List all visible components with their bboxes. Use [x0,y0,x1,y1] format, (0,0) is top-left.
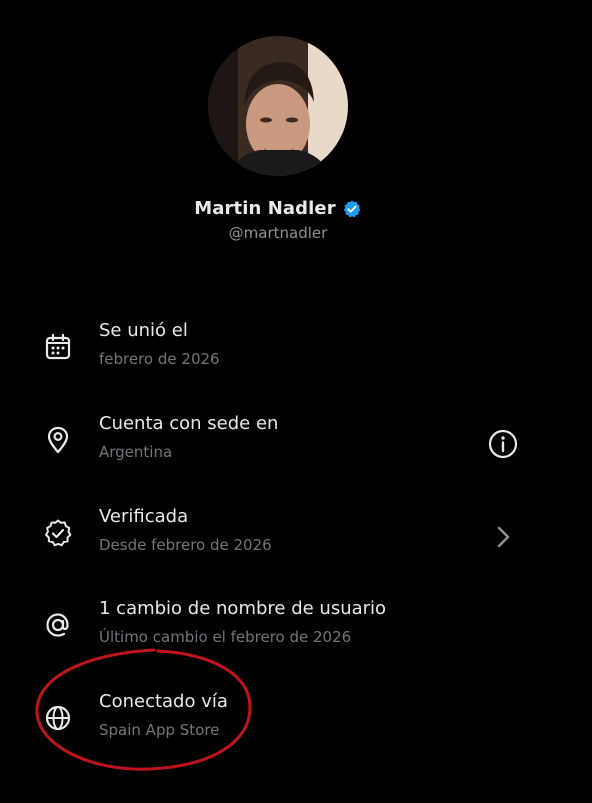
info-row-subtitle: Spain App Store [99,721,220,739]
info-row-subtitle: Último cambio el febrero de 2026 [99,628,352,646]
avatar[interactable] [208,36,348,176]
info-row-title: 1 cambio de nombre de usuario [99,598,387,619]
info-row-subtitle: Desde febrero de 2026 [99,536,272,554]
info-row-subtitle: Argentina [99,443,173,461]
info-row-location: Cuenta con sede en Argentina [0,407,592,477]
info-row-joined: Se unió el febrero de 2026 [0,314,592,384]
info-row-subtitle: febrero de 2026 [99,350,220,368]
username-handle: @martnadler [228,224,328,242]
info-row-verified[interactable]: Verificada Desde febrero de 2026 [0,500,592,570]
location-pin-icon [47,426,69,454]
at-sign-icon [46,613,69,637]
info-icon[interactable] [486,427,520,461]
info-row-username-changes: 1 cambio de nombre de usuario Último cam… [0,592,592,662]
info-row-title: Conectado vía [99,691,228,712]
verified-badge-icon[interactable] [342,199,362,219]
profile-name-row: Martin Nadler [0,198,556,219]
calendar-icon [45,333,71,360]
display-name: Martin Nadler [194,198,336,219]
verified-check-icon [45,519,72,547]
info-row-title: Verificada [99,506,189,527]
info-row-connected-via: Conectado vía Spain App Store [0,685,592,755]
info-row-title: Cuenta con sede en [99,413,279,434]
globe-icon [45,705,71,731]
info-row-title: Se unió el [99,320,188,341]
avatar-photo [208,36,348,176]
chevron-right-icon[interactable] [486,520,520,554]
